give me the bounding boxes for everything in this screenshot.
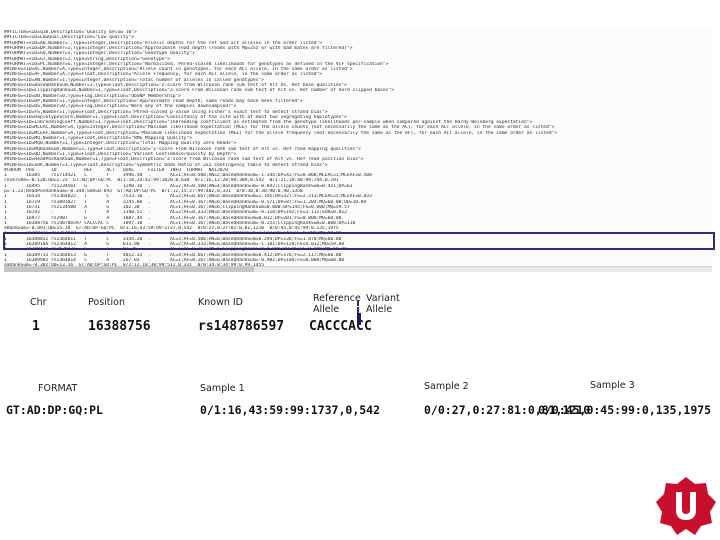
- horizontal-scrollbar[interactable]: [4, 266, 712, 272]
- scrollbar-thumb[interactable]: [4, 267, 254, 272]
- ref-alt-divider-mark: [357, 313, 361, 325]
- university-logo: [656, 477, 716, 535]
- sample1-value: 0/1:16,43:59:99:1737,0,542: [200, 403, 381, 417]
- reference-allele-header-line2: Allele: [313, 304, 340, 315]
- sample2-header: Sample 2: [424, 381, 469, 392]
- position-value: 16388756: [88, 319, 151, 334]
- logo-sun-shape: [656, 477, 716, 535]
- position-header: Position: [88, 297, 125, 308]
- reference-allele-value: CACCCAC: [309, 319, 364, 334]
- reference-allele-header-line1: Reference: [313, 293, 361, 304]
- variant-allele-value: C: [364, 319, 372, 334]
- known-id-value: rs148786597: [198, 319, 285, 334]
- chr-header: Chr: [30, 297, 47, 308]
- format-value: GT:AD:DP:GQ:PL: [6, 403, 103, 417]
- highlighted-variant-row: [3, 232, 715, 250]
- chr-value: 1: [32, 319, 40, 334]
- sample3-header: Sample 3: [590, 380, 635, 391]
- sample3-value: 0/0:45,0:45:99:0,135,1975: [538, 403, 712, 417]
- variant-allele-header-line1: Variant: [366, 293, 400, 304]
- sample1-header: Sample 1: [200, 383, 245, 394]
- format-header: FORMAT: [38, 383, 78, 394]
- known-id-header: Known ID: [198, 297, 243, 308]
- variant-allele-header-line2: Allele: [366, 304, 393, 315]
